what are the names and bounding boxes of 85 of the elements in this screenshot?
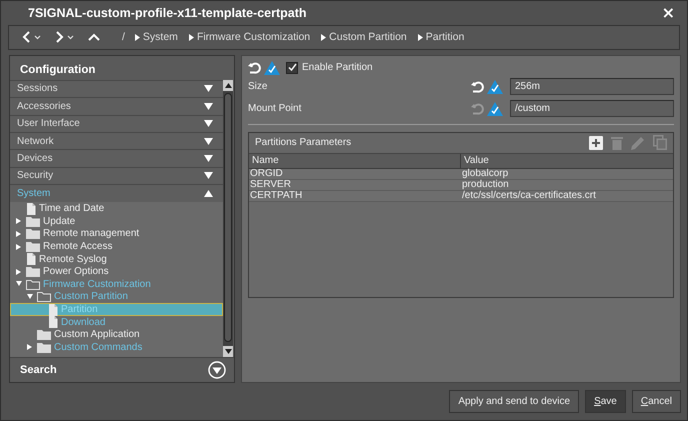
check-icon[interactable] bbox=[264, 60, 280, 75]
table-cell-text: production bbox=[461, 180, 510, 190]
group-title: Partitions Parameters bbox=[255, 137, 352, 148]
close-button[interactable]: × bbox=[660, 4, 677, 21]
expand-icon bbox=[204, 85, 214, 92]
search-label: Search bbox=[20, 364, 57, 376]
folder-icon bbox=[37, 329, 51, 340]
dialog-button[interactable]: Save bbox=[585, 390, 626, 413]
add-icon[interactable] bbox=[589, 136, 603, 150]
arrow-icon bbox=[321, 34, 326, 41]
back-icon[interactable] bbox=[21, 30, 43, 44]
text-field[interactable]: 256m bbox=[510, 78, 674, 96]
table-cell-text: /etc/ssl/certs/ca-certificates.crt bbox=[461, 190, 597, 201]
file-icon bbox=[48, 316, 58, 328]
breadcrumb-item[interactable]: Partition bbox=[426, 31, 464, 44]
arrow-icon bbox=[134, 34, 140, 41]
folder-icon bbox=[26, 266, 40, 278]
folder-icon bbox=[26, 241, 40, 252]
category-header[interactable]: Accessories bbox=[10, 97, 224, 115]
dialog-button[interactable]: Apply and send to device bbox=[449, 390, 580, 413]
collapse-icon[interactable] bbox=[15, 280, 23, 288]
category-header[interactable]: System bbox=[10, 184, 224, 202]
column-header[interactable]: Value bbox=[461, 154, 673, 168]
window-title: 7SIGNAL-custom-profile-x11-template-certpath bbox=[28, 6, 307, 20]
expand-icon[interactable] bbox=[15, 230, 23, 238]
table-cell-text: ORGID bbox=[249, 168, 284, 179]
file-icon bbox=[48, 304, 58, 316]
expand-icon[interactable] bbox=[208, 360, 226, 379]
enable-partition-checkbox[interactable]: Enable Partition bbox=[286, 62, 373, 74]
undo-icon[interactable] bbox=[471, 80, 484, 93]
scrollbar[interactable] bbox=[223, 80, 234, 357]
undo-icon[interactable] bbox=[248, 62, 261, 74]
expand-icon bbox=[204, 120, 214, 128]
breadcrumb-item[interactable]: System bbox=[142, 31, 178, 44]
tree-item[interactable]: Update bbox=[10, 215, 224, 228]
category-header[interactable]: User Interface bbox=[10, 114, 224, 132]
arrow-icon bbox=[418, 34, 423, 41]
tree-item[interactable]: Download bbox=[10, 316, 224, 328]
tree-item[interactable]: Time and Date bbox=[10, 202, 224, 216]
tree-item[interactable]: Remote Access bbox=[10, 240, 224, 253]
category-header[interactable]: Security bbox=[10, 166, 224, 184]
check-icon[interactable] bbox=[487, 80, 503, 94]
collapse-icon[interactable] bbox=[26, 292, 34, 301]
tree-item[interactable]: Firmware Customization bbox=[10, 278, 224, 291]
tree-item[interactable]: Custom Commands bbox=[10, 341, 224, 354]
folder-icon bbox=[26, 216, 40, 227]
expand-icon[interactable] bbox=[15, 242, 23, 251]
check-icon[interactable] bbox=[487, 102, 503, 116]
panel-title: Configuration bbox=[19, 62, 96, 78]
expand-icon bbox=[204, 138, 214, 145]
expand-icon bbox=[204, 102, 214, 110]
column-header[interactable]: Name bbox=[249, 154, 461, 168]
tree-item[interactable]: Power Options bbox=[10, 265, 224, 278]
breadcrumb-item[interactable]: Custom Partition bbox=[329, 31, 407, 44]
breadcrumb-root[interactable]: / bbox=[122, 31, 125, 44]
folder-icon bbox=[37, 291, 51, 302]
field-label: Size bbox=[248, 81, 268, 92]
checkmark-icon bbox=[288, 63, 296, 72]
scroll-down-icon[interactable] bbox=[224, 348, 232, 354]
expand-icon[interactable] bbox=[15, 268, 23, 276]
table-cell-text: globalcorp bbox=[461, 168, 510, 179]
scroll-up-icon[interactable] bbox=[224, 82, 232, 88]
tree-item[interactable]: Remote management bbox=[10, 228, 224, 240]
dialog-button[interactable]: Cancel bbox=[632, 390, 681, 413]
tree-item[interactable]: Custom Application bbox=[10, 328, 224, 342]
table-cell-text: CERTPATH bbox=[249, 190, 304, 201]
tree-item[interactable]: Custom Partition bbox=[10, 290, 224, 304]
forward-icon[interactable] bbox=[54, 30, 76, 44]
folder-icon bbox=[26, 228, 40, 240]
tree-item[interactable]: Remote Syslog bbox=[10, 252, 224, 266]
expand-icon[interactable] bbox=[26, 343, 34, 352]
file-icon bbox=[26, 253, 36, 266]
file-icon bbox=[26, 202, 36, 215]
folder-icon bbox=[26, 278, 40, 290]
text-field[interactable]: /custom bbox=[510, 100, 674, 118]
category-header[interactable]: Devices bbox=[10, 149, 224, 167]
table-cell-text: SERVER bbox=[249, 180, 292, 190]
folder-icon bbox=[37, 342, 51, 353]
expand-icon[interactable] bbox=[15, 217, 23, 226]
field-label: Mount Point bbox=[248, 103, 302, 114]
collapse-icon bbox=[204, 190, 214, 197]
breadcrumb-item[interactable]: Firmware Customization bbox=[196, 31, 310, 44]
category-header[interactable]: Sessions bbox=[10, 80, 224, 98]
arrow-icon bbox=[188, 34, 194, 41]
category-header[interactable]: Network bbox=[10, 132, 224, 150]
